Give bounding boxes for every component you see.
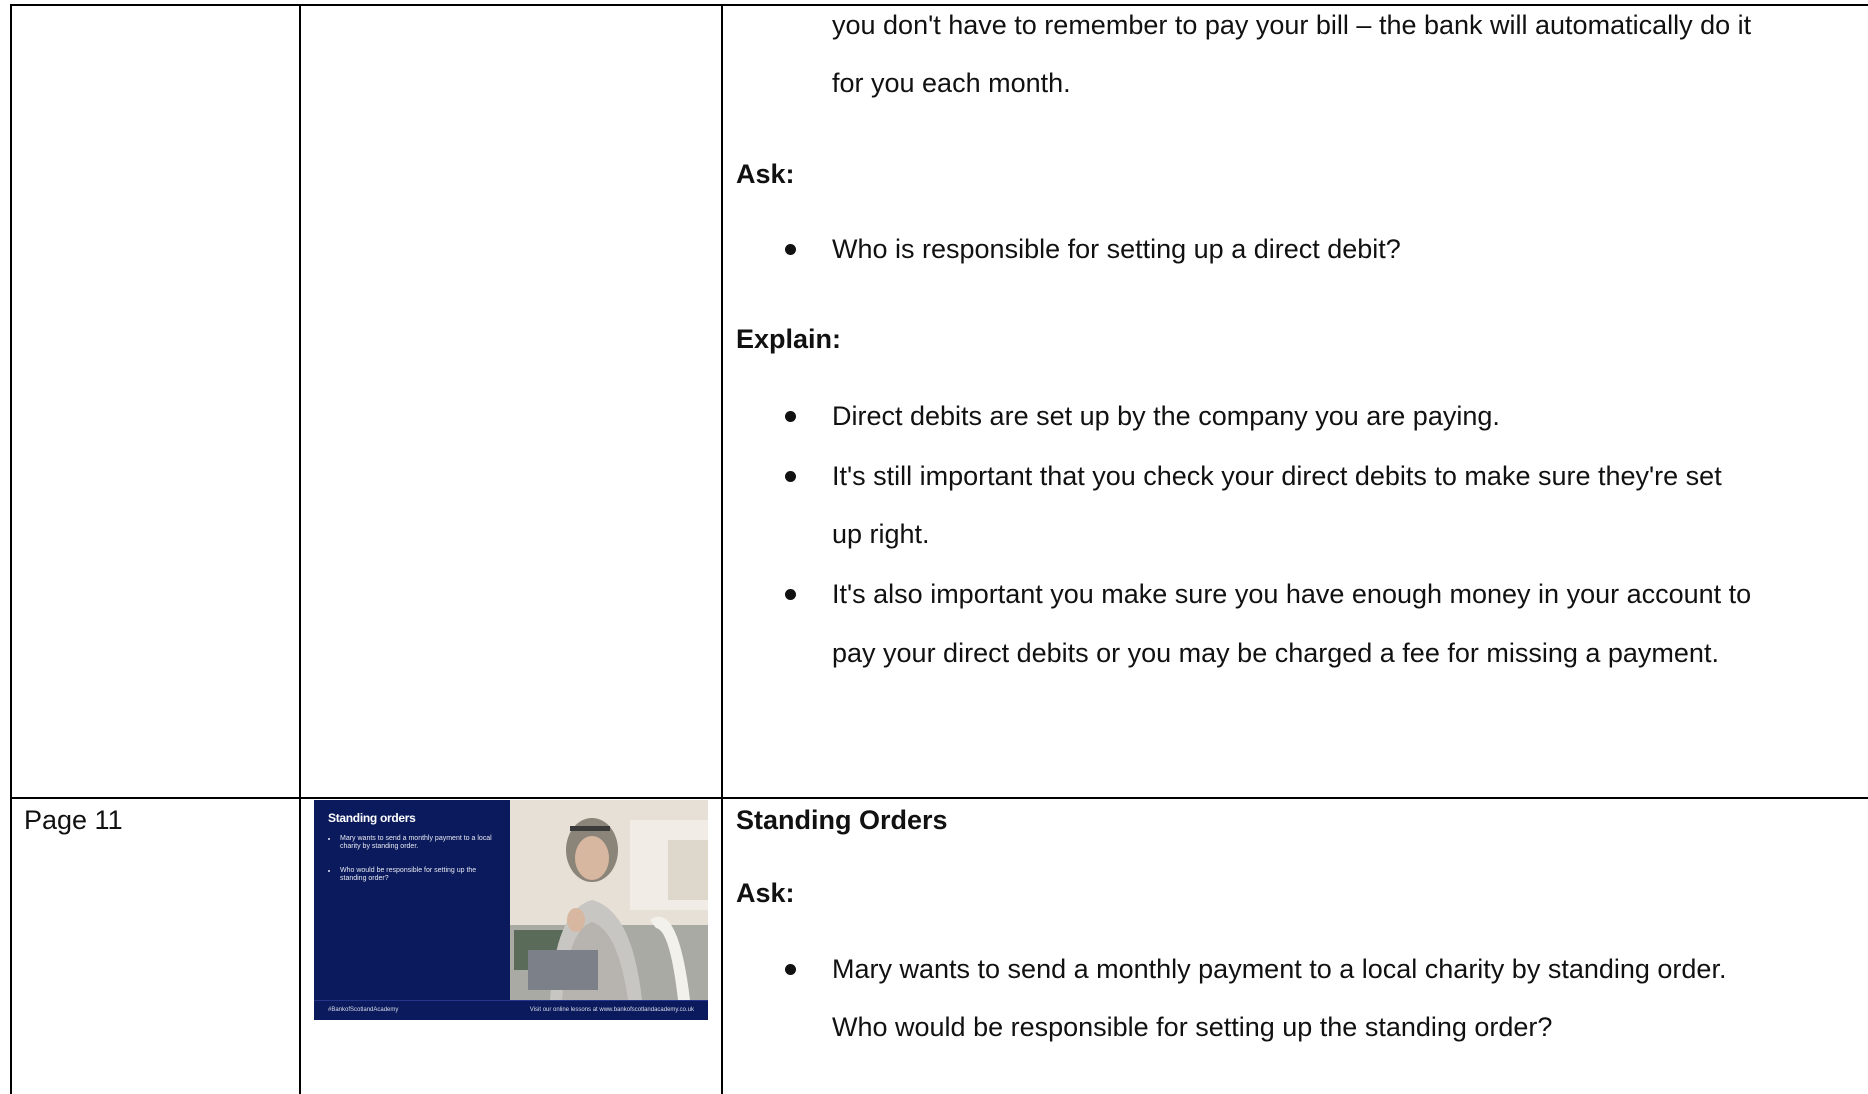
bullet-dot	[785, 471, 796, 482]
bullet-dot	[785, 589, 796, 600]
explain-bullet-3-line-1: It's also important you make sure you ha…	[832, 579, 1752, 609]
slide-bullet-dot	[328, 870, 330, 872]
slide-bullet: Mary wants to send a monthly payment to …	[328, 835, 500, 851]
ask-bullet-line-2: Who would be responsible for setting up …	[832, 1012, 1553, 1042]
slide-footer-link: Visit our online lessons at www.bankofsc…	[529, 1007, 694, 1013]
slide-footer-hashtag: #BankofScotlandAcademy	[328, 1007, 399, 1013]
slide-bullet-text: Mary wants to send a monthly payment to …	[340, 835, 492, 850]
slide-thumbnail: Standing orders Mary wants to send a mon…	[314, 800, 708, 1020]
ask-heading: Ask:	[736, 159, 795, 189]
column-divider-1	[299, 4, 301, 1094]
ask-bullet-line-1: Mary wants to send a monthly payment to …	[832, 954, 1727, 984]
slide-footer: #BankofScotlandAcademy Visit our online …	[314, 1000, 708, 1020]
photo-illustration	[510, 800, 708, 1000]
explain-bullet-2-line-1: It's still important that you check your…	[832, 461, 1722, 491]
bullet-dot	[785, 244, 796, 255]
explain-bullet-3-line-2: pay your direct debits or you may be cha…	[832, 638, 1719, 668]
page-number-label: Page 11	[24, 805, 123, 835]
slide-title: Standing orders	[328, 811, 416, 825]
continued-bullet-line-2: for you each month.	[832, 68, 1071, 98]
slide-bullet: Who would be responsible for setting up …	[328, 867, 500, 883]
column-divider-2	[721, 4, 723, 1094]
bullet-dot	[785, 964, 796, 975]
bullet-dot	[785, 411, 796, 422]
slide-text-panel: Standing orders Mary wants to send a mon…	[314, 800, 510, 1000]
ask-heading: Ask:	[736, 878, 795, 908]
table-border-left	[10, 4, 12, 1094]
slide-bullet-dot	[328, 838, 330, 840]
explain-bullet-2-line-2: up right.	[832, 519, 930, 549]
explain-heading: Explain:	[736, 324, 842, 354]
slide-bullet-text: Who would be responsible for setting up …	[340, 867, 477, 882]
ask-bullet-text: Who is responsible for setting up a dire…	[832, 234, 1401, 264]
explain-bullet-1-line-1: Direct debits are set up by the company …	[832, 401, 1500, 431]
continued-bullet-line-1: you don't have to remember to pay your b…	[832, 10, 1752, 40]
section-heading: Standing Orders	[736, 805, 948, 835]
slide-photo-woman-at-laptop	[510, 800, 708, 1000]
